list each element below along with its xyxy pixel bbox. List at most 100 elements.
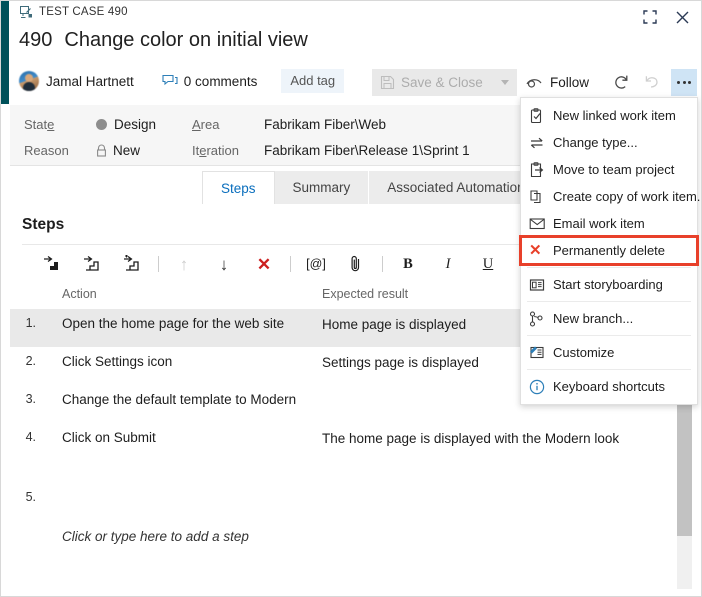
menu-item-label: Start storyboarding — [553, 277, 663, 292]
table-row[interactable]: 5. — [10, 481, 678, 511]
menu-item-label: Keyboard shortcuts — [553, 379, 666, 394]
move-step-down-icon[interactable]: ↓ — [204, 249, 244, 279]
lock-icon — [97, 144, 106, 157]
bold-button[interactable]: B — [388, 249, 428, 279]
new-linked-work-item-icon — [529, 107, 553, 124]
comments-link[interactable]: 0 comments — [162, 73, 258, 89]
parameter-glyph: [@] — [306, 257, 326, 271]
storyboard-icon — [529, 278, 553, 292]
more-actions-menu: New linked work item Change type... Move… — [519, 97, 701, 405]
work-item-meta: Jamal Hartnett 0 comments Add tag — [19, 69, 345, 93]
save-and-close-button[interactable]: Save & Close — [372, 69, 517, 96]
comment-icon — [162, 74, 178, 86]
delete-step-icon[interactable]: ✕ — [244, 249, 284, 279]
work-item-dialog: TEST CASE 490 490 Change color on initia… — [0, 0, 702, 597]
follow-button[interactable]: Follow — [526, 69, 589, 96]
step-action[interactable]: Change the default template to Modern — [58, 392, 320, 407]
delete-x-icon: ✕ — [529, 242, 542, 259]
attach-file-icon[interactable] — [336, 249, 376, 279]
menu-item-move-to-team-project[interactable]: Move to team project — [521, 156, 697, 183]
assignee-name[interactable]: Jamal Hartnett — [46, 74, 134, 89]
menu-item-label: Customize — [553, 345, 615, 360]
insert-shared-step-icon[interactable] — [72, 249, 112, 279]
undo-icon — [645, 76, 658, 88]
menu-item-keyboard-shortcuts[interactable]: Keyboard shortcuts — [521, 373, 697, 400]
menu-item-label: Email work item — [553, 216, 645, 231]
tab-steps[interactable]: Steps — [202, 171, 275, 204]
field-reason: Reason New — [24, 143, 140, 158]
save-disk-icon — [380, 75, 395, 90]
insert-parameter-icon[interactable]: [@] — [296, 249, 336, 279]
menu-item-label: Move to team project — [553, 162, 675, 177]
field-iteration: Iteration Fabrikam Fiber\Release 1\Sprin… — [192, 143, 470, 158]
close-icon[interactable] — [669, 5, 695, 29]
info-icon — [529, 379, 553, 395]
field-state-label: State — [24, 117, 55, 132]
insert-step-icon[interactable] — [32, 249, 72, 279]
work-item-id: 490 — [19, 29, 53, 51]
step-number: 2. — [25, 354, 36, 368]
toolbar-separator — [152, 249, 164, 279]
work-item-title[interactable]: Change color on initial view — [64, 29, 307, 52]
test-case-icon — [20, 6, 32, 18]
step-action[interactable]: Click Settings icon — [58, 354, 320, 369]
menu-item-customize[interactable]: Customize — [521, 339, 697, 366]
menu-item-create-copy-of-work-item[interactable]: Create copy of work item... — [521, 183, 701, 210]
menu-item-label: New branch... — [553, 311, 634, 326]
refresh-icon — [614, 75, 627, 89]
menu-item-label: New linked work item — [553, 108, 676, 123]
column-header-action: Action — [62, 287, 97, 301]
menu-divider — [527, 335, 691, 336]
change-type-icon — [529, 136, 553, 150]
add-step-icon[interactable] — [112, 249, 152, 279]
arrow-up-glyph: ↑ — [179, 254, 189, 274]
customize-icon — [529, 345, 553, 360]
step-action[interactable]: Open the home page for the web site — [58, 316, 320, 331]
refresh-button[interactable] — [607, 69, 635, 96]
menu-item-permanently-delete[interactable]: ✕ Permanently delete — [519, 235, 699, 266]
accent-bar — [1, 1, 9, 104]
undo-button[interactable] — [638, 69, 666, 96]
state-dot-icon — [96, 119, 107, 130]
field-state-value[interactable]: Design — [114, 117, 156, 132]
maximize-icon[interactable] — [637, 5, 663, 29]
menu-item-label: Permanently delete — [553, 243, 666, 258]
toolbar-separator — [376, 249, 388, 279]
more-actions-button[interactable] — [671, 69, 697, 96]
italic-button[interactable]: I — [428, 249, 468, 279]
tab-associated-automation[interactable]: Associated Automation — [369, 171, 544, 204]
tab-summary[interactable]: Summary — [274, 171, 370, 204]
x-glyph: ✕ — [256, 254, 272, 274]
field-iteration-value[interactable]: Fabrikam Fiber\Release 1\Sprint 1 — [264, 143, 470, 158]
email-icon — [529, 217, 553, 230]
avatar — [19, 71, 39, 91]
step-action[interactable]: Click on Submit — [58, 430, 320, 445]
menu-item-change-type[interactable]: Change type... — [521, 129, 697, 156]
move-to-project-icon — [529, 161, 553, 178]
step-expected-result[interactable]: The home page is displayed with the Mode… — [320, 430, 678, 448]
add-tag-button[interactable]: Add tag — [281, 69, 345, 93]
step-number: 4. — [25, 430, 36, 444]
field-reason-value: New — [113, 143, 141, 158]
field-area-value[interactable]: Fabrikam Fiber\Web — [264, 117, 386, 132]
step-number: 3. — [25, 392, 36, 406]
move-step-up-icon[interactable]: ↑ — [164, 249, 204, 279]
menu-item-start-storyboarding[interactable]: Start storyboarding — [521, 271, 697, 298]
arrow-down-glyph: ↓ — [219, 254, 229, 274]
field-state: State Design — [24, 117, 156, 132]
bold-glyph: B — [403, 255, 413, 272]
tab-bar: Steps Summary Associated Automation — [202, 171, 544, 204]
menu-item-new-linked-work-item[interactable]: New linked work item — [521, 102, 697, 129]
underline-button[interactable]: U — [468, 249, 508, 279]
add-step-hint[interactable]: Click or type here to add a step — [10, 511, 678, 544]
field-iteration-label: Iteration — [192, 143, 239, 158]
menu-item-new-branch[interactable]: New branch... — [521, 305, 697, 332]
comments-count-label: 0 comments — [183, 73, 258, 89]
table-row[interactable]: 4. Click on Submit The home page is disp… — [10, 423, 678, 481]
menu-divider — [527, 267, 691, 268]
chevron-down-icon[interactable] — [500, 80, 509, 85]
eye-icon — [526, 78, 542, 88]
menu-item-label: Change type... — [553, 135, 638, 150]
menu-item-email-work-item[interactable]: Email work item — [521, 210, 697, 237]
field-area-label: Area — [192, 117, 220, 132]
